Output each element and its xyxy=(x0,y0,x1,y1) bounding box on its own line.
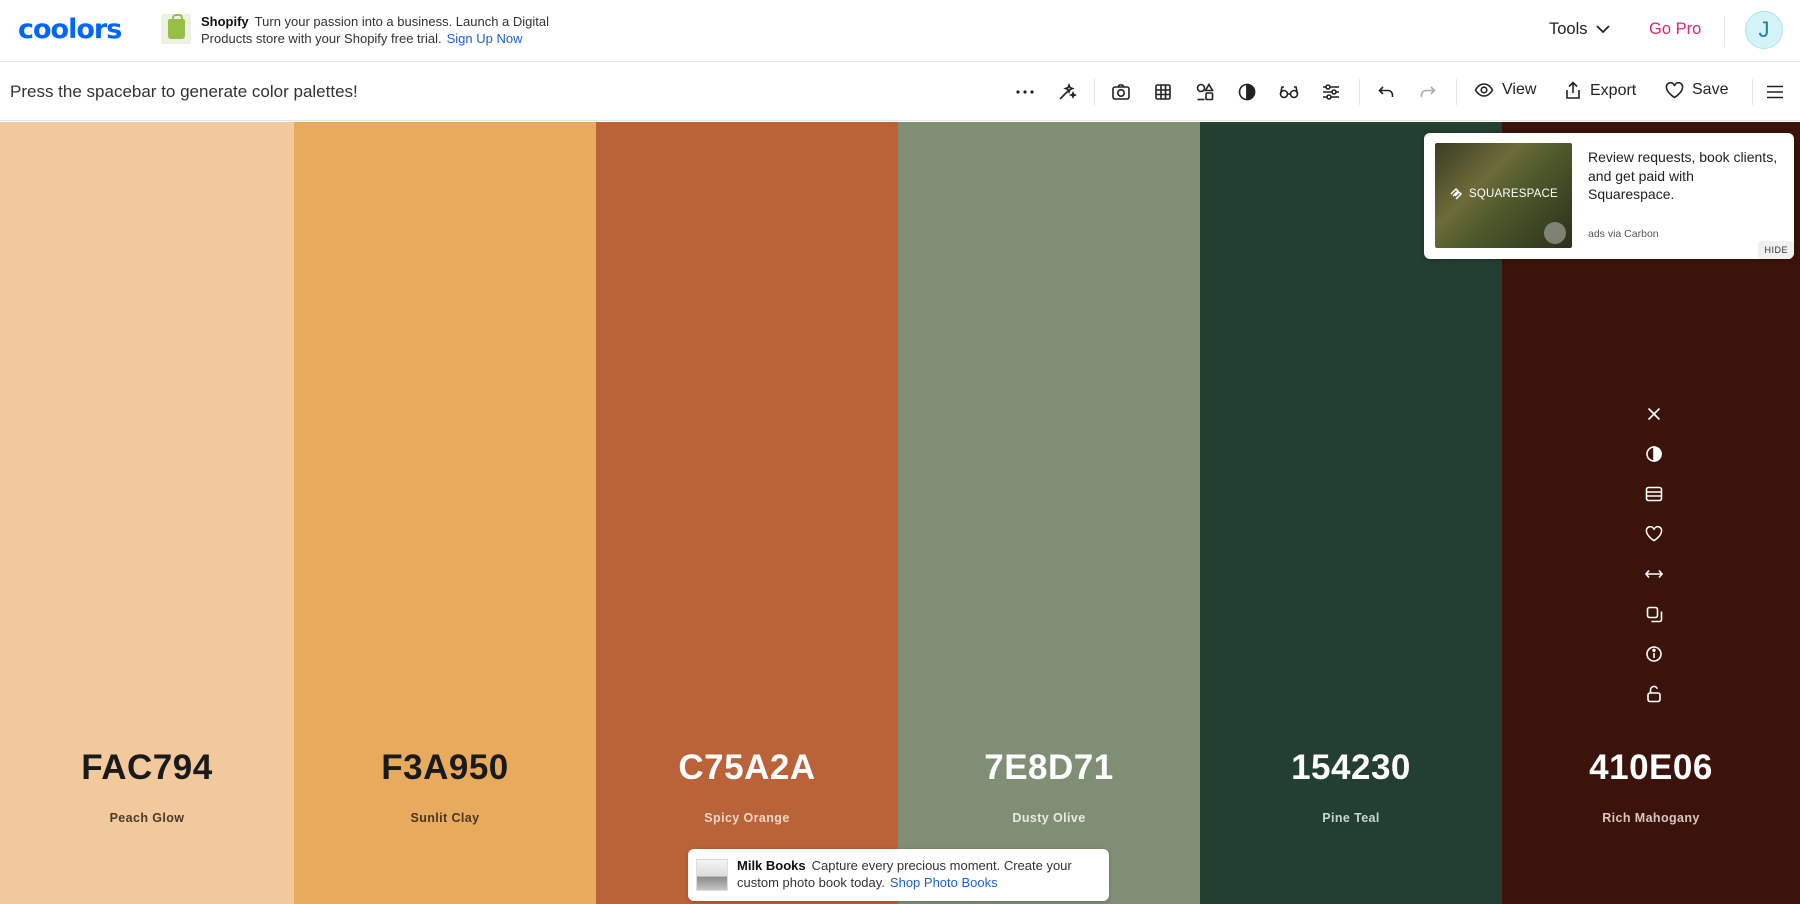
tools-menu-button[interactable]: Tools xyxy=(1549,20,1610,39)
swatch-hex[interactable]: C75A2A xyxy=(596,748,898,788)
sliders-icon[interactable] xyxy=(1320,81,1342,103)
toolbar-divider xyxy=(1456,79,1457,105)
header: coolors Shopify Turn your passion into a … xyxy=(0,0,1800,62)
swatch-tools xyxy=(1642,402,1666,722)
shopify-icon xyxy=(161,14,191,44)
toolbar: Press the spacebar to generate color pal… xyxy=(0,62,1800,121)
drag-icon[interactable] xyxy=(1642,562,1666,586)
save-button[interactable]: Save xyxy=(1665,81,1728,99)
export-button[interactable]: Export xyxy=(1564,81,1636,100)
redo-icon[interactable] xyxy=(1417,81,1439,103)
carbon-ad-via[interactable]: ads via Carbon xyxy=(1588,228,1659,240)
chevron-down-icon xyxy=(1595,25,1610,34)
view-button[interactable]: View xyxy=(1474,81,1536,99)
avatar[interactable]: J xyxy=(1745,11,1783,49)
toolbar-divider xyxy=(1752,79,1753,105)
swatch-color-name: Spicy Orange xyxy=(704,811,790,825)
milk-books-cta[interactable]: Shop Photo Books xyxy=(890,875,998,890)
color-swatch[interactable]: C75A2A Spicy Orange xyxy=(596,122,898,904)
contrast-icon[interactable] xyxy=(1236,81,1258,103)
heart-icon[interactable] xyxy=(1642,522,1666,546)
go-pro-link[interactable]: Go Pro xyxy=(1649,20,1701,39)
milk-books-brand: Milk Books xyxy=(737,858,806,873)
milk-books-thumbnail xyxy=(696,859,728,891)
color-swatch[interactable]: F3A950 Sunlit Clay xyxy=(294,122,596,904)
copy-icon[interactable] xyxy=(1642,602,1666,626)
palette-icon[interactable] xyxy=(1642,482,1666,506)
squarespace-logo: SQUARESPACE xyxy=(1449,187,1558,201)
shopify-ad-brand: Shopify xyxy=(201,14,249,29)
swatch-color-name: Peach Glow xyxy=(109,811,185,825)
view-label: View xyxy=(1502,81,1537,98)
tools-label: Tools xyxy=(1549,20,1588,38)
swatch-color-name: Rich Mahogany xyxy=(1602,811,1700,825)
swatch-color-name: Sunlit Clay xyxy=(410,811,480,825)
menu-icon[interactable] xyxy=(1764,81,1786,103)
shades-icon[interactable] xyxy=(1642,442,1666,466)
carbon-ad[interactable]: SQUARESPACE Review requests, book client… xyxy=(1424,133,1794,259)
camera-icon[interactable] xyxy=(1110,81,1132,103)
header-divider xyxy=(1724,16,1725,46)
more-icon[interactable] xyxy=(1014,81,1036,103)
swatch-hex[interactable]: FAC794 xyxy=(0,748,294,788)
carbon-ad-image[interactable]: SQUARESPACE xyxy=(1435,143,1572,248)
carbon-hide-button[interactable]: HIDE xyxy=(1758,241,1794,259)
eye-icon xyxy=(1474,83,1494,97)
shopify-ad-text: Shopify Turn your passion into a business… xyxy=(201,14,591,47)
color-swatch[interactable]: 7E8D71 Dusty Olive xyxy=(898,122,1200,904)
share-icon xyxy=(1566,81,1580,99)
milk-books-ad[interactable]: Milk Books Capture every precious moment.… xyxy=(688,849,1109,901)
carbon-ad-brand: SQUARESPACE xyxy=(1469,188,1558,200)
swatch-hex[interactable]: F3A950 xyxy=(294,748,596,788)
close-icon[interactable] xyxy=(1642,402,1666,426)
shopify-ad[interactable]: Shopify Turn your passion into a business… xyxy=(161,14,591,47)
undo-icon[interactable] xyxy=(1375,81,1397,103)
save-label: Save xyxy=(1692,81,1729,98)
swatch-hex[interactable]: 7E8D71 xyxy=(898,748,1200,788)
spacebar-hint: Press the spacebar to generate color pal… xyxy=(10,82,358,101)
milk-books-ad-text: Milk Books Capture every precious moment.… xyxy=(737,858,1107,891)
swatch-color-name: Pine Teal xyxy=(1322,811,1380,825)
coolors-logo[interactable]: coolors xyxy=(18,14,122,45)
swatch-hex[interactable]: 410E06 xyxy=(1502,748,1800,788)
info-icon[interactable] xyxy=(1642,642,1666,666)
squarespace-icon xyxy=(1450,187,1463,200)
color-swatch[interactable]: FAC794 Peach Glow xyxy=(0,122,294,904)
magic-icon[interactable] xyxy=(1056,81,1078,103)
heart-icon xyxy=(1665,81,1684,98)
export-label: Export xyxy=(1590,81,1637,99)
unlock-icon[interactable] xyxy=(1642,682,1666,706)
swatch-color-name: Dusty Olive xyxy=(1012,811,1086,825)
glasses-icon[interactable] xyxy=(1278,81,1300,103)
carbon-ad-text[interactable]: Review requests, book clients, and get p… xyxy=(1588,148,1778,204)
swatch-hex[interactable]: 154230 xyxy=(1200,748,1502,788)
toolbar-divider xyxy=(1359,79,1360,105)
shapes-icon[interactable] xyxy=(1194,81,1216,103)
shopify-ad-cta[interactable]: Sign Up Now xyxy=(447,31,523,46)
toolbar-divider xyxy=(1094,79,1095,105)
grid-icon[interactable] xyxy=(1152,81,1174,103)
